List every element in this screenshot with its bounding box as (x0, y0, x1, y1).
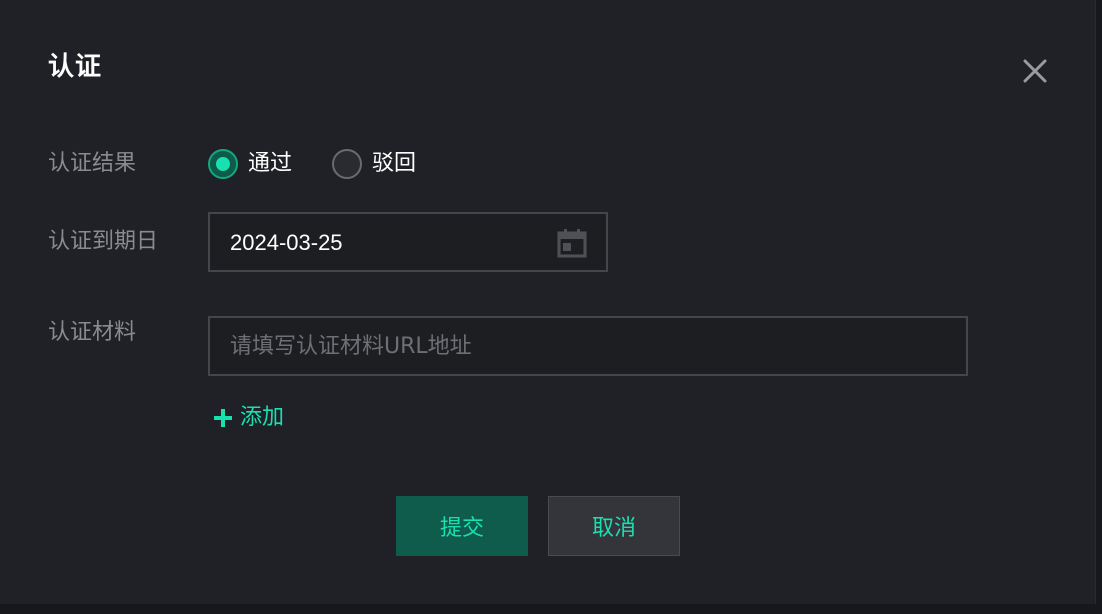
cancel-button[interactable]: 取消 (548, 496, 680, 556)
material-url-input[interactable] (208, 316, 968, 376)
radio-reject-label: 驳回 (372, 151, 417, 176)
radio-pass-label: 通过 (248, 151, 293, 176)
radio-reject[interactable]: 驳回 (332, 146, 416, 182)
dialog-title: 认证 (48, 52, 103, 82)
result-label: 认证结果 (48, 151, 137, 176)
add-material-label: 添加 (240, 405, 285, 430)
calendar-icon[interactable] (556, 227, 588, 259)
close-button[interactable] (1018, 54, 1052, 88)
material-label: 认证材料 (48, 320, 137, 345)
expiry-date-picker[interactable]: 2024-03-25 (208, 212, 608, 272)
radio-reject-indicator[interactable] (332, 149, 362, 179)
close-icon (1023, 59, 1047, 83)
add-material-button[interactable]: 添加 (212, 402, 284, 434)
radio-pass[interactable]: 通过 (208, 146, 292, 182)
auth-dialog: 认证 认证结果 通过 驳回 认证到期日 2024-03-25 认证材料 请填写认… (0, 0, 1096, 604)
radio-checked-dot (216, 157, 230, 171)
radio-pass-indicator[interactable] (208, 149, 238, 179)
submit-button[interactable]: 提交 (396, 496, 528, 556)
expiry-label: 认证到期日 (48, 229, 159, 254)
expiry-date-value: 2024-03-25 (230, 230, 343, 255)
plus-icon (214, 409, 232, 427)
